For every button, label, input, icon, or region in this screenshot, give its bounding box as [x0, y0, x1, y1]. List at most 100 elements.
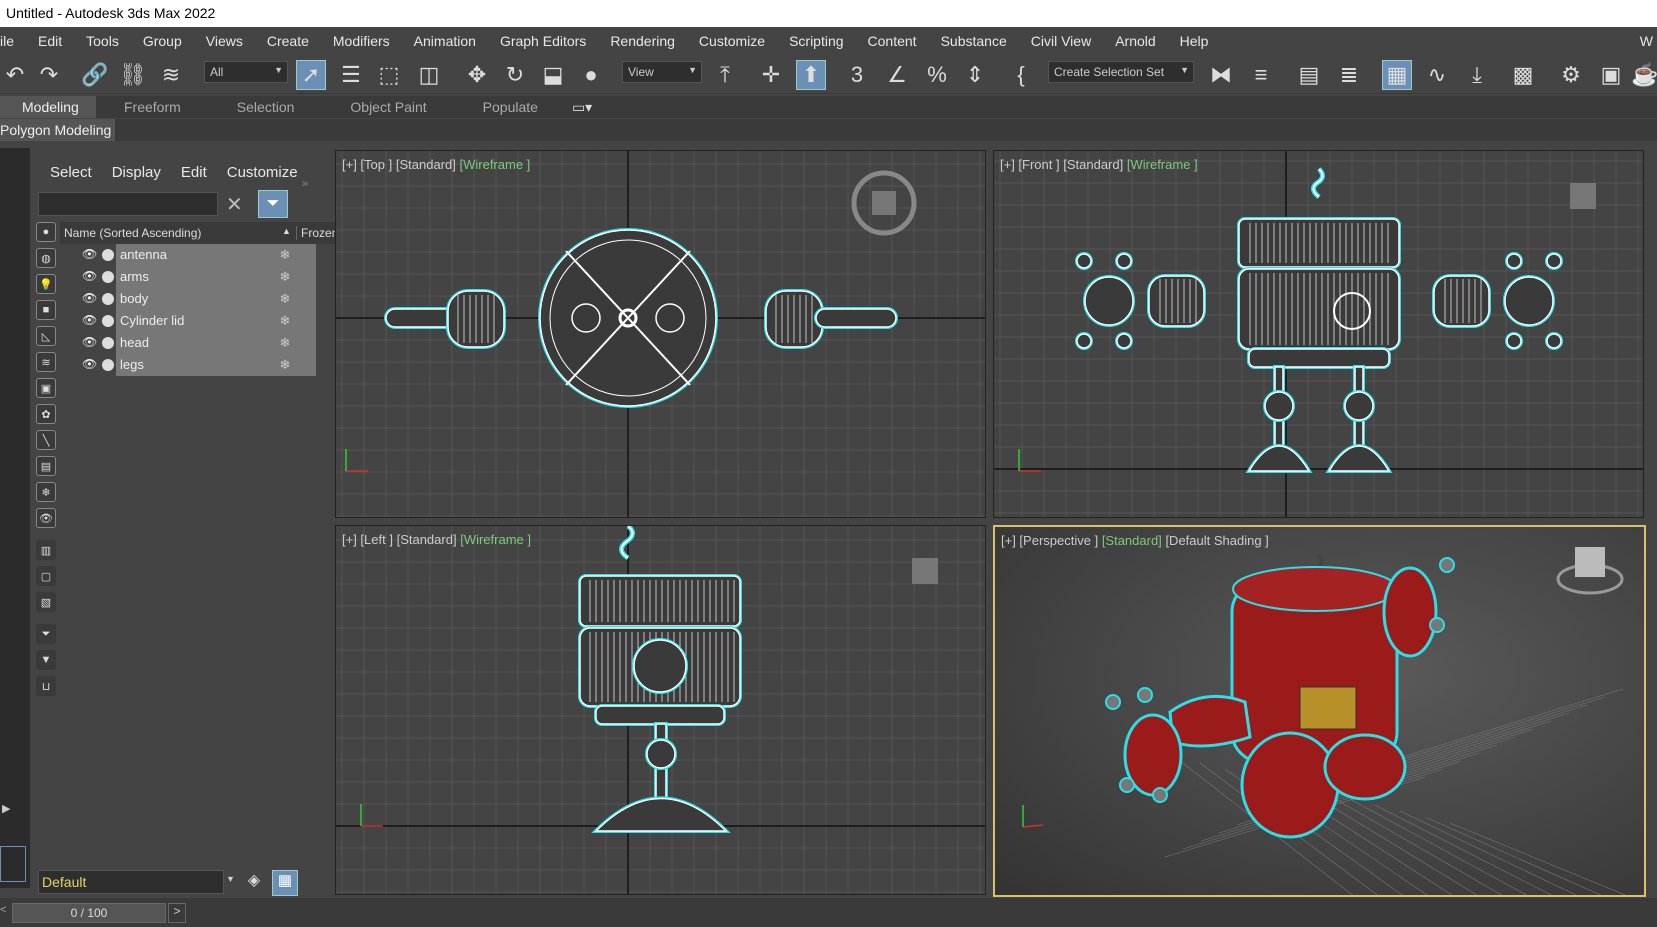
freeze-icon[interactable]: ❄ — [254, 288, 316, 310]
visibility-eye-icon[interactable]: 👁 — [82, 291, 97, 305]
ref-coord-combo[interactable]: View — [622, 61, 702, 83]
snap-icon[interactable]: 3 — [842, 60, 872, 90]
groups-filter-icon[interactable]: ▣ — [36, 378, 56, 398]
tab-modeling[interactable]: Modeling — [0, 96, 96, 118]
angle-snap-icon[interactable]: ∠ — [882, 60, 912, 90]
place-icon[interactable]: ● — [576, 60, 606, 90]
menu-animation[interactable]: Animation — [402, 33, 488, 49]
freeze-icon[interactable]: ❄ — [254, 266, 316, 288]
layer-explorer-toggle-icon[interactable]: ▦ — [272, 870, 298, 896]
cameras-filter-icon[interactable]: ■ — [36, 300, 56, 320]
bind-space-warp-icon[interactable]: ≋ — [156, 60, 186, 90]
visibility-eye-icon[interactable]: 👁 — [82, 247, 97, 261]
scene-menu-select[interactable]: Select — [50, 164, 92, 181]
object-name[interactable]: Cylinder lid — [116, 310, 254, 332]
filter-toggle-icon[interactable]: ▼ — [36, 650, 56, 670]
tab-freeform[interactable]: Freeform — [124, 96, 181, 118]
geometry-filter-icon[interactable]: ● — [36, 222, 56, 242]
shapes-filter-icon[interactable]: ◍ — [36, 248, 56, 268]
keyboard-shortcut-icon[interactable]: ⬆ — [796, 60, 826, 90]
object-name[interactable]: head — [116, 332, 254, 354]
spinner-snap-icon[interactable]: ⇕ — [960, 60, 990, 90]
viewport-left[interactable]: [+] [Left ] [Standard] [Wireframe ] — [335, 525, 986, 895]
tab-selection[interactable]: Selection — [237, 96, 295, 118]
scale-icon[interactable]: ⬓ — [538, 60, 568, 90]
frozen-filter-icon[interactable]: ❄ — [36, 482, 56, 502]
object-name[interactable]: legs — [116, 354, 254, 376]
prev-frame-icon[interactable]: < — [0, 904, 6, 916]
menu-tools[interactable]: Tools — [74, 33, 131, 49]
menu-arnold[interactable]: Arnold — [1103, 33, 1167, 49]
containers-filter-icon[interactable]: ▤ — [36, 456, 56, 476]
viewport-perspective-label[interactable]: [+] [Perspective ] [Standard] [Default S… — [1001, 533, 1269, 548]
pivot-icon[interactable]: ⤒ — [710, 60, 740, 90]
material-editor-icon[interactable]: ▩ — [1508, 60, 1538, 90]
mirror-icon[interactable]: ⧓ — [1206, 60, 1236, 90]
menu-help[interactable]: Help — [1168, 33, 1221, 49]
select-by-name-icon[interactable]: ☰ — [336, 60, 366, 90]
unlink-icon[interactable]: ⛓ — [118, 60, 148, 90]
scene-object-row[interactable]: 👁 body ❄ — [60, 288, 358, 310]
viewport-top-label[interactable]: [+] [Top ] [Standard] [Wireframe ] — [342, 157, 530, 172]
viewport-front[interactable]: [+] [Front ] [Standard] [Wireframe ] — [993, 150, 1644, 518]
select-object-icon[interactable]: ➚ — [296, 60, 326, 90]
name-column-header[interactable]: Name (Sorted Ascending) — [64, 226, 201, 240]
next-frame-icon[interactable]: > — [168, 903, 186, 923]
object-name[interactable]: arms — [116, 266, 254, 288]
scene-object-row[interactable]: 👁 head ❄ — [60, 332, 358, 354]
display-none-icon[interactable]: ▢ — [36, 566, 56, 586]
menu-graph-editors[interactable]: Graph Editors — [488, 33, 598, 49]
menu-views[interactable]: Views — [194, 33, 255, 49]
expand-arrow-icon[interactable]: ▶ — [2, 802, 10, 815]
schematic-icon[interactable]: ⤓ — [1462, 60, 1492, 90]
menu-ile[interactable]: ile — [0, 33, 26, 49]
freeze-icon[interactable]: ❄ — [254, 354, 316, 376]
rect-region-icon[interactable]: ⬚ — [374, 60, 404, 90]
find-filter-icon[interactable]: ⏷ — [36, 624, 56, 644]
render-dot-icon[interactable] — [102, 249, 114, 261]
menu-customize[interactable]: Customize — [687, 33, 777, 49]
render-dot-icon[interactable] — [102, 359, 114, 371]
layer-dropdown-icon[interactable]: ▼ — [226, 874, 235, 884]
undo-icon[interactable]: ↶ — [0, 60, 30, 90]
current-layer-combo[interactable]: Default — [38, 870, 224, 894]
collapse-arrows-icon[interactable]: » — [302, 178, 308, 190]
visibility-eye-icon[interactable]: 👁 — [82, 313, 97, 327]
scene-object-row[interactable]: 👁 arms ❄ — [60, 266, 358, 288]
render-dot-icon[interactable] — [102, 293, 114, 305]
render-dot-icon[interactable] — [102, 271, 114, 283]
freeze-icon[interactable]: ❄ — [254, 310, 316, 332]
layer-explorer-icon[interactable]: ≣ — [1334, 60, 1364, 90]
filter-icon[interactable]: ⏷ — [258, 190, 288, 218]
menu-content[interactable]: Content — [856, 33, 929, 49]
render-setup-icon[interactable]: ⚙ — [1556, 60, 1586, 90]
render-dot-icon[interactable] — [102, 337, 114, 349]
menu-create[interactable]: Create — [255, 33, 321, 49]
viewport-front-label[interactable]: [+] [Front ] [Standard] [Wireframe ] — [1000, 157, 1198, 172]
freeze-icon[interactable]: ❄ — [254, 244, 316, 266]
display-all-icon[interactable]: ▥ — [36, 540, 56, 560]
scene-object-row[interactable]: 👁 legs ❄ — [60, 354, 358, 376]
visibility-eye-icon[interactable]: 👁 — [82, 357, 97, 371]
visibility-eye-icon[interactable]: 👁 — [82, 269, 97, 283]
clear-search-icon[interactable]: ✕ — [226, 192, 243, 217]
helpers-filter-icon[interactable]: ◺ — [36, 326, 56, 346]
scene-menu-customize[interactable]: Customize — [227, 164, 298, 181]
link-icon[interactable]: 🔗 — [80, 60, 110, 90]
hidden-filter-icon[interactable]: 👁 — [36, 508, 56, 528]
viewport-perspective[interactable]: [+] [Perspective ] [Standard] [Default S… — [993, 525, 1646, 897]
render-icon[interactable]: ☕ — [1630, 60, 1657, 90]
bones-filter-icon[interactable]: ╲ — [36, 430, 56, 450]
align-icon[interactable]: ≡ — [1246, 60, 1276, 90]
menu-w[interactable]: W — [1628, 33, 1657, 49]
visibility-eye-icon[interactable]: 👁 — [82, 335, 97, 349]
tab-object-paint[interactable]: Object Paint — [350, 96, 426, 118]
move-icon[interactable]: ✥ — [462, 60, 492, 90]
curve-editor-icon[interactable]: ∿ — [1422, 60, 1452, 90]
viewport-left-label[interactable]: [+] [Left ] [Standard] [Wireframe ] — [342, 532, 531, 547]
menu-rendering[interactable]: Rendering — [598, 33, 687, 49]
lights-filter-icon[interactable]: 💡 — [36, 274, 56, 294]
viewport-layout-icon[interactable] — [0, 846, 26, 882]
menu-edit[interactable]: Edit — [26, 33, 74, 49]
tab-populate[interactable]: Populate — [483, 96, 538, 118]
